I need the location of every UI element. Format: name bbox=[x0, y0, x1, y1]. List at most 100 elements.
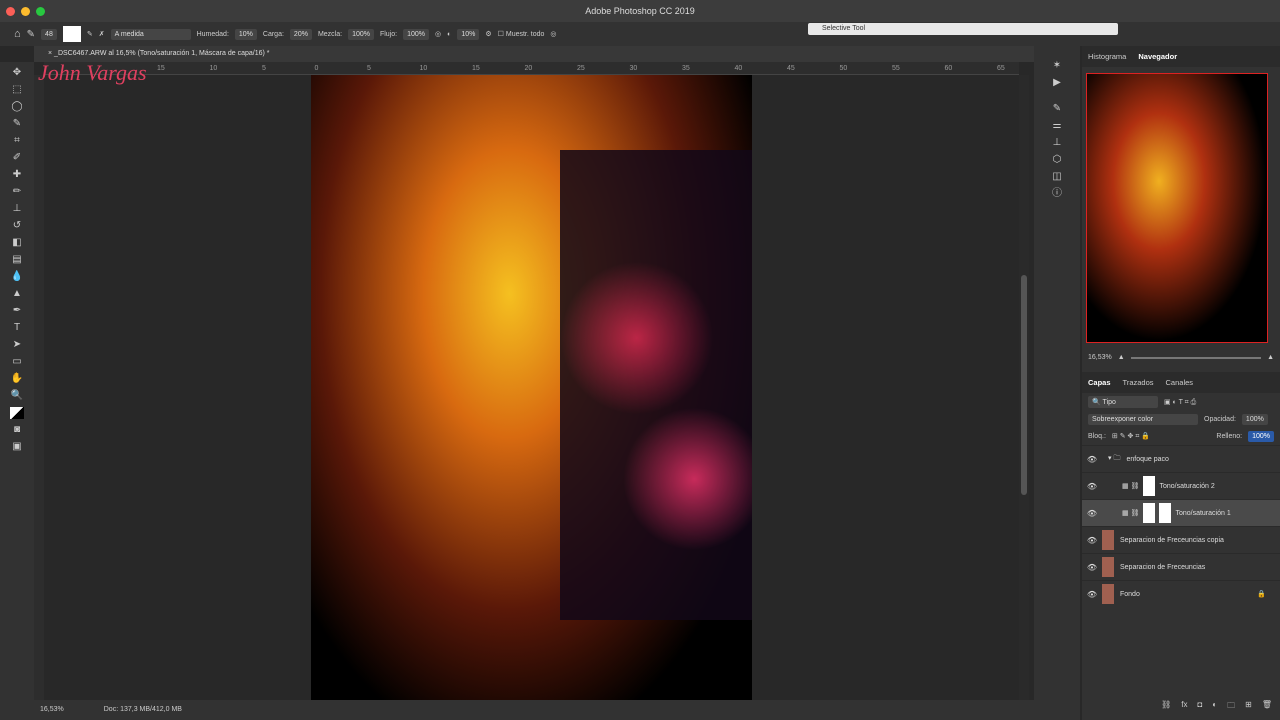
eye-icon[interactable]: 👁 bbox=[1082, 482, 1102, 491]
fx-icon[interactable]: fx bbox=[1181, 700, 1187, 714]
angle-input[interactable]: 10% bbox=[457, 28, 480, 40]
eye-icon[interactable]: 👁 bbox=[1082, 563, 1102, 572]
dodge-icon[interactable]: ▲ bbox=[10, 288, 24, 300]
mode-select[interactable]: A medida bbox=[110, 28, 191, 40]
airbrush-icon[interactable]: ◎ bbox=[435, 30, 441, 38]
layer-row[interactable]: 👁 ▦ ⛓ Tono/saturación 2 bbox=[1082, 472, 1280, 499]
home-icon[interactable]: ⌂ bbox=[14, 28, 21, 40]
tab-histograma[interactable]: Histograma bbox=[1088, 52, 1126, 61]
layer-mask[interactable] bbox=[1143, 503, 1156, 523]
filter-icons[interactable]: ▣ ◐ T ⌗ ⎙ bbox=[1164, 398, 1196, 407]
status-zoom[interactable]: 16,53% bbox=[40, 700, 64, 720]
layer-row[interactable]: 👁 Fondo 🔒 bbox=[1082, 580, 1280, 607]
trash-icon[interactable]: 🗑 bbox=[1262, 700, 1272, 714]
clone-source-icon[interactable]: ⊥ bbox=[1050, 137, 1064, 149]
path-select-icon[interactable]: ➤ bbox=[10, 339, 24, 351]
gradient-icon[interactable]: ▤ bbox=[10, 254, 24, 266]
healing-brush-icon[interactable]: ✚ bbox=[10, 169, 24, 181]
layer-row-selected[interactable]: 👁 ▦ ⛓ Tono/saturación 1 bbox=[1082, 499, 1280, 526]
shape-icon[interactable]: ▭ bbox=[10, 356, 24, 368]
navigator-preview[interactable] bbox=[1086, 73, 1268, 343]
info-icon[interactable]: ⓘ bbox=[1050, 188, 1064, 200]
eye-icon[interactable]: 👁 bbox=[1082, 590, 1102, 599]
layer-filter[interactable]: 🔍 Tipo bbox=[1088, 396, 1158, 408]
document-tab[interactable]: × _DSC6467.ARW al 16,5% (Tono/saturación… bbox=[34, 46, 1034, 62]
new-group-icon[interactable]: 🗀 bbox=[1227, 700, 1235, 714]
brush-settings-icon[interactable]: ✎ bbox=[1050, 103, 1064, 115]
screen-mode-icon[interactable]: ▣ bbox=[10, 441, 24, 453]
toolbar: ✥ ⬚ ◯ ✎ ⌗ ✐ ✚ ✏ ⊥ ↺ ◧ ▤ 💧 ▲ ✒ T ➤ ▭ ✋ 🔍 … bbox=[0, 62, 34, 720]
lasso-tool-icon[interactable]: ◯ bbox=[10, 101, 24, 113]
layers-tabs: Capas Trazados Canales bbox=[1082, 372, 1280, 393]
muestr-checkbox[interactable]: ☐ Muestr. todo bbox=[498, 30, 545, 38]
minimize-window-button[interactable] bbox=[21, 7, 30, 16]
blend-mode-select[interactable]: Sobreexponer color bbox=[1088, 414, 1198, 425]
eye-icon[interactable]: 👁 bbox=[1082, 509, 1102, 518]
blur-icon[interactable]: 💧 bbox=[10, 271, 24, 283]
3d-icon[interactable]: ⬡ bbox=[1050, 154, 1064, 166]
layer-row[interactable]: 👁 Separacion de Freceuncias copia bbox=[1082, 526, 1280, 553]
mixer-brush-icon[interactable]: ✎ bbox=[27, 29, 35, 40]
zoom-in-icon[interactable]: ▲ bbox=[1267, 354, 1274, 361]
eyedropper-icon[interactable]: ✐ bbox=[10, 152, 24, 164]
type-tool-icon[interactable]: T bbox=[10, 322, 24, 334]
layer-thumbnail bbox=[1102, 530, 1114, 550]
move-tool-icon[interactable]: ✥ bbox=[10, 67, 24, 79]
tab-navegador[interactable]: Navegador bbox=[1138, 52, 1177, 61]
gear-icon[interactable]: ⚙ bbox=[485, 30, 491, 38]
opacity-input[interactable]: 100% bbox=[1241, 414, 1268, 425]
layer-group[interactable]: 👁 ▾ 🗀 enfoque paco bbox=[1082, 445, 1280, 472]
adjustment-layer-icon[interactable]: ◐ bbox=[1212, 700, 1217, 714]
new-layer-icon[interactable]: ⊞ bbox=[1245, 700, 1252, 714]
zoom-out-icon[interactable]: ▲ bbox=[1118, 354, 1125, 361]
plugin-icon[interactable]: ✶ bbox=[1050, 60, 1064, 72]
zoom-tool-icon[interactable]: 🔍 bbox=[10, 390, 24, 402]
pen-icon[interactable]: ✒ bbox=[10, 305, 24, 317]
layer-row[interactable]: 👁 Separacion de Freceuncias bbox=[1082, 553, 1280, 580]
maximize-window-button[interactable] bbox=[36, 7, 45, 16]
zoom-slider[interactable] bbox=[1130, 356, 1262, 359]
clean-brush-icon[interactable]: ✗ bbox=[99, 30, 105, 38]
play-icon[interactable]: ▶ bbox=[1050, 77, 1064, 89]
layer-mask[interactable] bbox=[1143, 476, 1156, 496]
adjustments-icon[interactable]: ⚌ bbox=[1050, 120, 1064, 132]
pressure-icon[interactable]: ◎ bbox=[550, 30, 556, 38]
brush-tool-icon[interactable]: ✏ bbox=[10, 186, 24, 198]
mezcla-input[interactable]: 100% bbox=[348, 28, 374, 40]
layer-mask-2[interactable] bbox=[1159, 503, 1172, 523]
ruler-tick: 15 bbox=[472, 65, 480, 72]
lock-icons[interactable]: ⊞ ✎ ✥ ⌗ 🔒 bbox=[1112, 432, 1150, 441]
close-window-button[interactable] bbox=[6, 7, 15, 16]
crop-tool-icon[interactable]: ⌗ bbox=[10, 135, 24, 147]
brush-size[interactable]: 48 bbox=[41, 28, 57, 40]
load-brush-icon[interactable]: ✎ bbox=[87, 30, 93, 38]
vertical-scrollbar[interactable] bbox=[1019, 75, 1029, 700]
eye-icon[interactable]: 👁 bbox=[1082, 536, 1102, 545]
quick-mask-icon[interactable]: ◙ bbox=[10, 424, 24, 436]
properties-icon[interactable]: ◫ bbox=[1050, 171, 1064, 183]
eye-icon[interactable]: 👁 bbox=[1082, 455, 1102, 464]
history-brush-icon[interactable]: ↺ bbox=[10, 220, 24, 232]
ruler-tick: 65 bbox=[997, 65, 1005, 72]
tab-canales[interactable]: Canales bbox=[1166, 378, 1194, 387]
add-mask-icon[interactable]: ◘ bbox=[1197, 700, 1202, 714]
carga-input[interactable]: 20% bbox=[289, 28, 312, 40]
status-doc-size[interactable]: Doc: 137,3 MB/412,0 MB bbox=[104, 700, 182, 720]
tab-trazados[interactable]: Trazados bbox=[1123, 378, 1154, 387]
fill-input[interactable]: 100% bbox=[1248, 431, 1274, 442]
hand-tool-icon[interactable]: ✋ bbox=[10, 373, 24, 385]
layer-name: Separacion de Freceuncias copia bbox=[1120, 536, 1224, 544]
selective-tool-bar[interactable]: Selective Tool bbox=[808, 23, 1118, 35]
ruler-tick: 25 bbox=[577, 65, 585, 72]
humedad-input[interactable]: 10% bbox=[234, 28, 257, 40]
flujo-input[interactable]: 100% bbox=[403, 28, 429, 40]
color-swatches[interactable] bbox=[10, 407, 24, 419]
marquee-tool-icon[interactable]: ⬚ bbox=[10, 84, 24, 96]
quick-select-icon[interactable]: ✎ bbox=[10, 118, 24, 130]
navigator-zoom[interactable]: 16,53% bbox=[1088, 354, 1112, 361]
eraser-icon[interactable]: ◧ bbox=[10, 237, 24, 249]
link-icon[interactable]: ⛓ bbox=[1161, 700, 1171, 714]
swatch[interactable] bbox=[62, 26, 81, 42]
clone-stamp-icon[interactable]: ⊥ bbox=[10, 203, 24, 215]
tab-capas[interactable]: Capas bbox=[1088, 378, 1111, 387]
